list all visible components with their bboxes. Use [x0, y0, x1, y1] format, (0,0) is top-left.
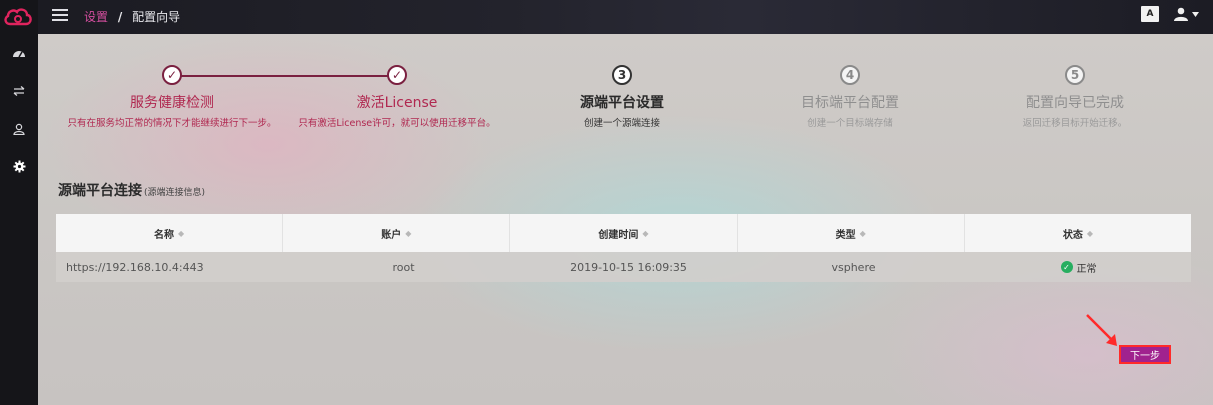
step-title: 配置向导已完成	[1026, 95, 1124, 111]
next-step-button[interactable]: 下一步	[1119, 345, 1171, 364]
cell-account: root	[392, 260, 415, 274]
section-title-text: 源端平台连接	[58, 183, 142, 199]
column-header-status[interactable]: 状态 ◆	[965, 214, 1191, 252]
gear-icon[interactable]	[10, 157, 28, 175]
dashboard-icon[interactable]	[10, 44, 28, 62]
annotation-arrow-icon	[1086, 314, 1117, 346]
caret-down-icon	[1192, 11, 1199, 17]
column-header-created[interactable]: 创建时间 ◆	[510, 214, 738, 252]
column-label: 名称	[154, 229, 175, 241]
cloud-logo-icon[interactable]	[3, 7, 33, 27]
check-icon: ✓	[387, 65, 407, 85]
user-icon	[1174, 7, 1188, 21]
sort-icon: ◆	[405, 228, 412, 238]
sort-icon: ◆	[1086, 228, 1093, 238]
step-title: 激活License	[356, 95, 438, 111]
check-circle-icon: ✓	[1060, 261, 1073, 273]
user-menu-button[interactable]	[1173, 7, 1199, 21]
cell-name: https://192.168.10.4:443	[66, 260, 204, 274]
step-number: 5	[1065, 65, 1085, 85]
top-right-tools: A	[1141, 6, 1199, 22]
sort-icon: ◆	[859, 228, 866, 238]
column-label: 状态	[1062, 229, 1083, 241]
breadcrumb-settings-link[interactable]: 设置	[84, 10, 108, 24]
column-header-type[interactable]: 类型 ◆	[738, 214, 965, 252]
language-icon[interactable]: A	[1141, 6, 1159, 22]
step-number: 3	[612, 65, 632, 85]
column-header-name[interactable]: 名称 ◆	[56, 214, 284, 252]
breadcrumb-separator: /	[117, 10, 123, 24]
sidebar	[0, 0, 38, 405]
top-bar: 设置 / 配置向导 A	[38, 0, 1213, 34]
step-desc: 创建一个目标端存储	[807, 118, 893, 129]
main-content: ✓ 服务健康检测 只有在服务均正常的情况下才能继续进行下一步。 ✓ 激活Lice…	[38, 34, 1213, 405]
table-header: 名称 ◆ 账户 ◆ 创建时间 ◆ 类型 ◆ 状态 ◆	[56, 214, 1191, 252]
step-activate-license: ✓ 激活License 只有激活License许可，就可以使用迁移平台。	[282, 62, 512, 132]
step-title: 目标端平台配置	[801, 95, 899, 111]
check-icon: ✓	[162, 65, 182, 85]
cell-type: vsphere	[831, 260, 876, 274]
sort-icon: ◆	[642, 228, 649, 238]
breadcrumb-current: 配置向导	[132, 10, 181, 24]
step-target-platform: 4 目标端平台配置 创建一个目标端存储	[735, 62, 965, 132]
column-label: 创建时间	[598, 229, 639, 241]
step-desc: 创建一个源端连接	[583, 118, 660, 129]
breadcrumb: 设置 / 配置向导	[84, 8, 180, 25]
user-outline-icon[interactable]	[10, 120, 28, 138]
status-text: 正常	[1076, 263, 1097, 275]
section-title: 源端平台连接 (源端连接信息)	[58, 180, 205, 200]
column-header-account[interactable]: 账户 ◆	[283, 214, 511, 252]
source-connections-table: 名称 ◆ 账户 ◆ 创建时间 ◆ 类型 ◆ 状态 ◆ https://192.168.10…	[56, 214, 1191, 282]
column-label: 账户	[381, 229, 402, 241]
wizard-stepper: ✓ 服务健康检测 只有在服务均正常的情况下才能继续进行下一步。 ✓ 激活Lice…	[38, 62, 1213, 182]
menu-toggle-icon[interactable]	[52, 9, 68, 23]
column-label: 类型	[835, 229, 856, 241]
table-row[interactable]: https://192.168.10.4:443 root 2019-10-15…	[56, 252, 1191, 282]
step-desc: 只有在服务均正常的情况下才能继续进行下一步。	[67, 118, 277, 129]
step-number: 4	[840, 65, 860, 85]
step-service-health: ✓ 服务健康检测 只有在服务均正常的情况下才能继续进行下一步。	[57, 62, 287, 132]
cell-status: ✓ 正常	[966, 252, 1191, 282]
step-title: 服务健康检测	[130, 95, 214, 111]
cell-created: 2019-10-15 16:09:35	[570, 260, 687, 274]
sort-icon: ◆	[178, 228, 185, 238]
status-badge: ✓ 正常	[1060, 260, 1097, 275]
section-subtitle: (源端连接信息)	[144, 188, 206, 198]
step-title: 源端平台设置	[580, 95, 664, 111]
step-source-platform: 3 源端平台设置 创建一个源端连接	[507, 62, 737, 132]
transfer-arrows-icon[interactable]	[10, 82, 28, 100]
step-desc: 返回迁移目标开始迁移。	[1022, 118, 1128, 129]
step-wizard-complete: 5 配置向导已完成 返回迁移目标开始迁移。	[960, 62, 1190, 132]
step-desc: 只有激活License许可，就可以使用迁移平台。	[298, 118, 496, 129]
